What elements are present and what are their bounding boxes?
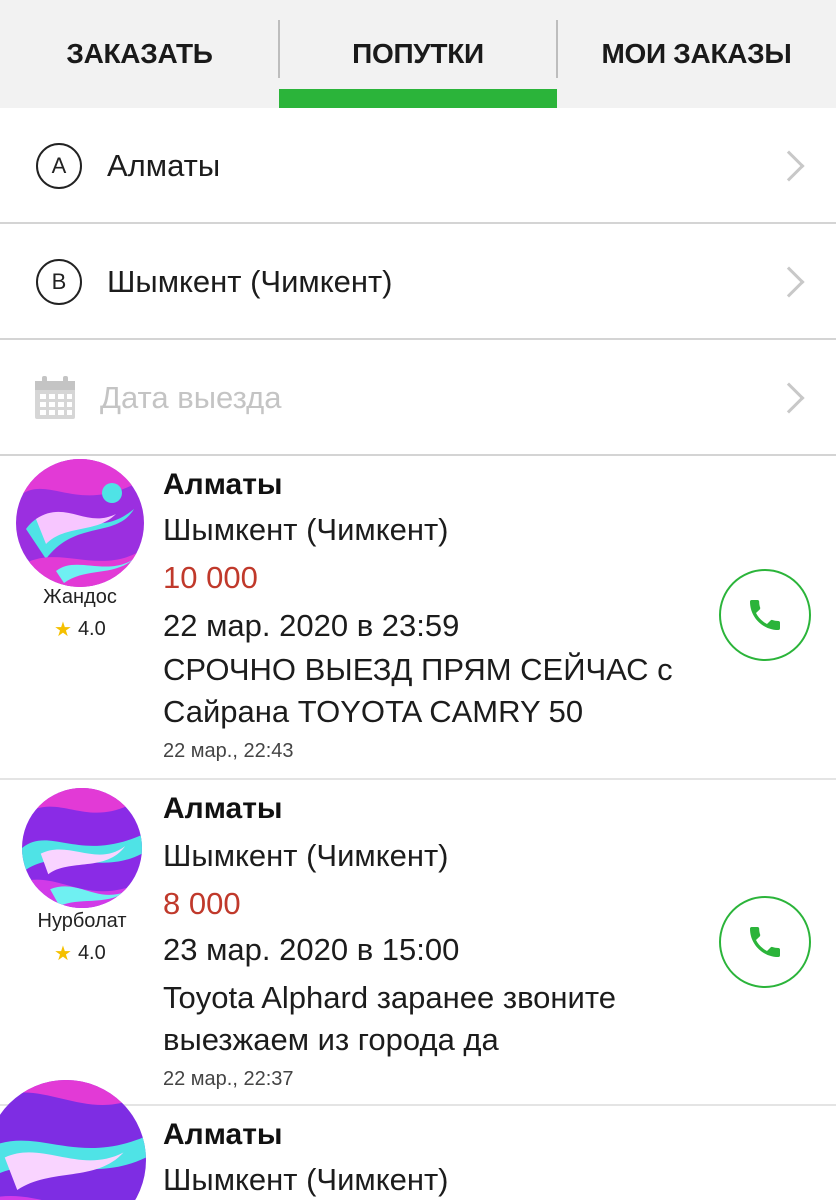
- call-button[interactable]: [719, 569, 811, 661]
- route-from-value: Алматы: [107, 148, 221, 183]
- departure-date-row[interactable]: Дата выезда: [0, 340, 836, 456]
- star-icon: ★: [54, 618, 72, 641]
- listing-price: 8 000: [163, 886, 241, 921]
- ride-listing[interactable]: Нурболат ★ 4.0 Алматы Шымкент (Чимкент) …: [0, 780, 836, 1104]
- active-tab-indicator: [279, 89, 557, 108]
- listing-posted-time: 22 мар., 22:37: [163, 1068, 294, 1090]
- rating-value: 4.0: [77, 618, 106, 640]
- listing-posted-time: 22 мар., 22:43: [163, 740, 294, 762]
- calendar-icon: [35, 376, 75, 419]
- chevron-right-icon: [773, 266, 805, 298]
- listing-departure: 23 мар. 2020 в 15:00: [163, 932, 460, 967]
- point-a-badge: A: [36, 143, 82, 189]
- route-from-row[interactable]: A Алматы: [0, 108, 836, 224]
- tab-my-orders[interactable]: МОИ ЗАКАЗЫ: [557, 0, 836, 108]
- driver-rating: ★ 4.0: [54, 942, 106, 965]
- listing-from: Алматы: [163, 792, 283, 825]
- listing-to: Шымкент (Чимкент): [163, 512, 449, 547]
- avatar: [22, 788, 142, 908]
- driver-name: Нурболат: [37, 910, 127, 932]
- ride-listing[interactable]: Алматы Шымкент (Чимкент): [0, 1080, 836, 1200]
- driver-name: Жандос: [43, 586, 117, 608]
- listing-to: Шымкент (Чимкент): [163, 1162, 449, 1197]
- point-b-badge: B: [36, 259, 82, 305]
- star-icon: ★: [54, 942, 72, 965]
- phone-icon: [750, 600, 780, 630]
- tab-bar: ЗАКАЗАТЬ ПОПУТКИ МОИ ЗАКАЗЫ: [0, 0, 836, 108]
- ride-listing[interactable]: Жандос ★ 4.0 Алматы Шымкент (Чимкент) 10…: [0, 456, 836, 778]
- route-to-value: Шымкент (Чимкент): [107, 264, 393, 299]
- driver-rating: ★ 4.0: [54, 618, 106, 641]
- phone-icon: [750, 927, 780, 957]
- call-button[interactable]: [719, 896, 811, 988]
- chevron-right-icon: [773, 382, 805, 414]
- listing-description: СРОЧНО ВЫЕЗД ПРЯМ СЕЙЧАС с Сайрана TOYOT…: [163, 652, 673, 729]
- route-to-row[interactable]: B Шымкент (Чимкент): [0, 224, 836, 340]
- avatar: [16, 459, 144, 587]
- listing-price: 10 000: [163, 560, 258, 595]
- tab-order[interactable]: ЗАКАЗАТЬ: [0, 0, 279, 108]
- listing-to: Шымкент (Чимкент): [163, 838, 449, 873]
- rating-value: 4.0: [77, 942, 106, 964]
- listing-from: Алматы: [163, 468, 283, 501]
- listing-departure: 22 мар. 2020 в 23:59: [163, 608, 460, 643]
- chevron-right-icon: [773, 150, 805, 182]
- departure-date-placeholder: Дата выезда: [100, 380, 282, 415]
- listing-from: Алматы: [163, 1118, 283, 1151]
- listing-description: Toyota Alphard заранее звоните выезжаем …: [163, 980, 616, 1057]
